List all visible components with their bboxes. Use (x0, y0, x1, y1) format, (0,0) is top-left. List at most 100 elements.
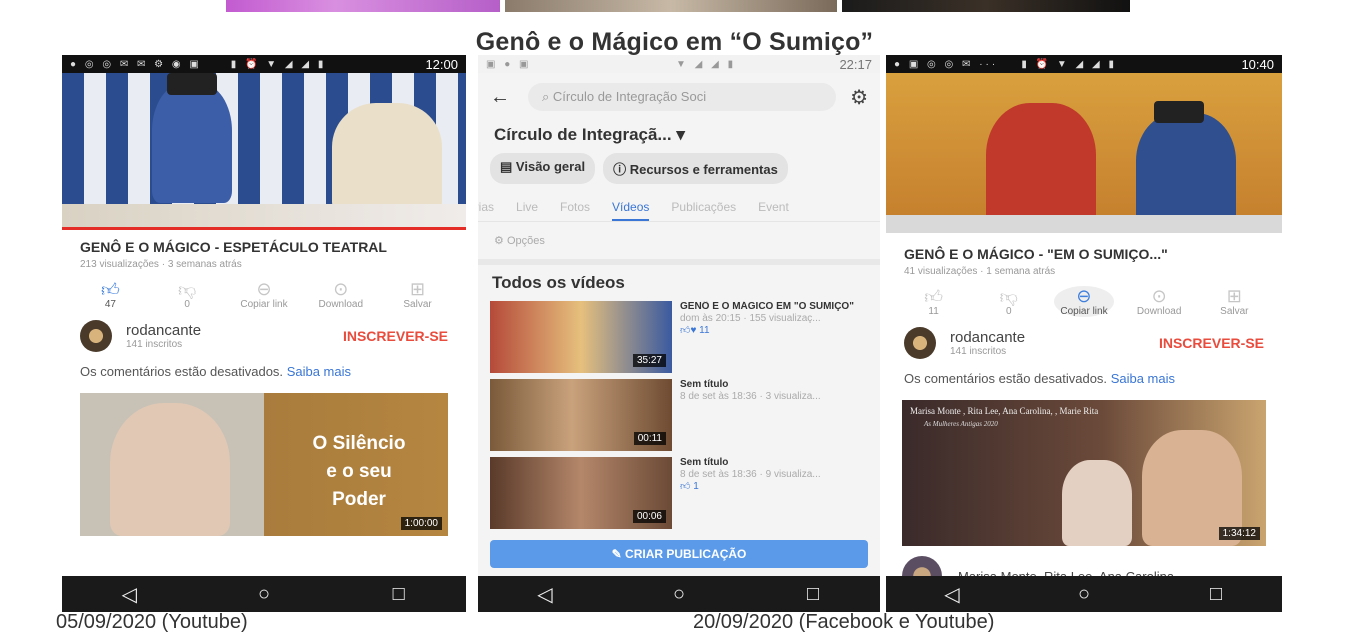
back-arrow-icon[interactable]: ← (490, 86, 528, 109)
channel-row: rodancante 141 inscritos INSCREVER-SE (62, 310, 466, 352)
recommended-thumb-title: Marisa Monte , Rita Lee, Ana Carolina, ,… (910, 406, 1099, 416)
settings-icon: ⚙ (494, 235, 504, 247)
tab-photos[interactable]: Fotos (560, 200, 590, 221)
channel-name[interactable]: rodancante (950, 329, 1159, 346)
recommended-face (1062, 460, 1132, 546)
subscribe-button[interactable]: INSCREVER-SE (343, 328, 448, 344)
table-props (886, 215, 1282, 233)
progress-bar[interactable] (62, 227, 466, 230)
home-circle-icon[interactable]: ○ (1064, 583, 1104, 606)
video-list-item[interactable]: 00:06 Sem título 8 de set às 18:36 · 9 v… (478, 453, 880, 531)
tab-live[interactable]: Live (516, 200, 538, 221)
recommended-video[interactable]: O Silêncio e o seu Poder 1:00:00 (80, 393, 448, 536)
android-nav-bar: ◁ ○ □ (62, 576, 466, 612)
download-button[interactable]: ⊙ Download (1129, 286, 1189, 317)
overview-square-icon[interactable]: □ (379, 583, 419, 606)
status-time: 22:17 (839, 56, 872, 72)
recommended-title-line1: O Silêncio (312, 433, 406, 454)
video-title: GENÔ E O MÁGICO EM "O SUMIÇO" (680, 301, 854, 312)
tools-chip[interactable]: ⓘ Recursos e ferramentas (603, 153, 788, 184)
duration-badge: 00:11 (633, 432, 666, 445)
edit-icon: ✎ (611, 547, 622, 561)
home-circle-icon[interactable]: ○ (244, 583, 284, 606)
thumbs-up-icon: 👍︎ (100, 280, 120, 300)
channel-subscribers: 141 inscritos (950, 346, 1007, 357)
overview-icon: ▤ (500, 159, 513, 174)
video-title: GENÔ E O MÁGICO - ESPETÁCULO TEATRAL (80, 239, 387, 255)
back-triangle-icon[interactable]: ◁ (525, 582, 565, 607)
caption-left: 05/09/2020 (Youtube) (56, 611, 248, 633)
back-triangle-icon[interactable]: ◁ (109, 582, 149, 607)
comments-disabled-notice: Os comentários estão desativados. Saiba … (80, 364, 351, 379)
document-page: Genô e o Mágico em “O Sumiço” ● ◎ ◎ ✉ ✉ … (0, 0, 1349, 633)
video-list-item[interactable]: 35:27 GENÔ E O MÁGICO EM "O SUMIÇO" dom … (478, 297, 880, 375)
reactions-count: 👍︎ 1 (680, 481, 699, 492)
gear-icon[interactable]: ⚙ (836, 85, 868, 110)
video-meta: 213 visualizações · 3 semanas atrás (80, 259, 242, 270)
save-button[interactable]: ⊞ Salvar (1204, 286, 1264, 317)
overview-chip[interactable]: ▤ Visão geral (490, 153, 596, 184)
tab-events[interactable]: Event (758, 200, 789, 221)
video-player[interactable] (62, 73, 466, 230)
learn-more-link[interactable]: Saiba mais (1111, 371, 1175, 386)
section-title: Todos os vídeos (492, 273, 625, 292)
search-field[interactable]: ⌕ Círculo de Integração Soci (528, 83, 836, 111)
android-nav-bar: ◁ ○ □ (886, 576, 1282, 612)
status-bar: ● ▣ ◎ ◎ ✉ ··· ▮ ⏰ ▼ ◢ ◢ ▮ 10:40 (886, 55, 1282, 73)
tab-posts[interactable]: Publicações (671, 200, 736, 221)
notification-icons: ● ▣ ◎ ◎ ✉ ··· ▮ ⏰ ▼ ◢ ◢ ▮ (894, 58, 1117, 70)
comments-disabled-notice: Os comentários estão desativados. Saiba … (904, 371, 1175, 386)
performer-figure (986, 103, 1096, 233)
overview-square-icon[interactable]: □ (793, 583, 833, 606)
top-hat (1154, 101, 1204, 123)
channel-avatar[interactable] (904, 327, 936, 359)
dislike-button[interactable]: 👎︎ 0 (979, 286, 1039, 317)
recommended-title-line3: Poder (332, 489, 386, 510)
download-button[interactable]: ⊙ Download (311, 279, 371, 310)
duration-badge: 00:06 (632, 510, 666, 523)
info-icon: ⓘ (613, 162, 627, 177)
channel-avatar[interactable] (80, 320, 112, 352)
copy-link-button[interactable]: ⊖ Copiar link (234, 279, 294, 310)
subscribe-button[interactable]: INSCREVER-SE (1159, 335, 1264, 351)
tab-videos[interactable]: Vídeos (612, 200, 650, 221)
copy-link-button[interactable]: ⊖ Copiar link (1053, 286, 1114, 317)
learn-more-link[interactable]: Saiba mais (287, 364, 351, 379)
page-chips: ▤ Visão geral ⓘ Recursos e ferramentas (478, 145, 880, 184)
top-hat (167, 73, 217, 95)
create-post-button[interactable]: ✎ CRIAR PUBLICAÇÃO (490, 540, 868, 568)
dropdown-caret-icon[interactable]: ▾ (676, 125, 685, 144)
performer-figure (332, 103, 442, 213)
status-bar: ● ◎ ◎ ✉ ✉ ⚙ ◉ ▣ ▮ ⏰ ▼ ◢ ◢ ▮ 12:00 (62, 55, 466, 73)
dislike-button[interactable]: 👎︎ 0 (157, 279, 217, 310)
cropped-thumbnail-3 (842, 0, 1130, 12)
video-thumbnail[interactable]: 35:27 (490, 301, 672, 373)
like-button[interactable]: 👍︎ 11 (904, 286, 964, 317)
recommended-video[interactable]: Marisa Monte , Rita Lee, Ana Carolina, ,… (902, 400, 1266, 546)
thumbs-up-icon: 👍︎ (924, 287, 943, 307)
home-circle-icon[interactable]: ○ (659, 583, 699, 606)
overview-square-icon[interactable]: □ (1196, 583, 1236, 606)
reaction-icons: 👍︎♥ (680, 325, 697, 336)
channel-name[interactable]: rodancante (126, 322, 343, 339)
video-thumbnail[interactable]: 00:06 (490, 457, 672, 529)
status-time: 12:00 (425, 56, 458, 72)
video-player[interactable] (886, 73, 1282, 233)
search-icon: ⌕ (542, 89, 550, 104)
save-button[interactable]: ⊞ Salvar (388, 279, 448, 310)
facebook-top-bar: ← ⌕ Círculo de Integração Soci ⚙ (478, 73, 880, 121)
download-icon: ⊙ (333, 279, 349, 299)
recommended-thumb-subtitle: As Mulheres Antigas 2020 (924, 420, 998, 428)
tab-stories[interactable]: irias (478, 200, 494, 221)
download-icon: ⊙ (1151, 286, 1167, 306)
link-icon: ⊖ (1076, 286, 1092, 306)
back-triangle-icon[interactable]: ◁ (932, 582, 972, 607)
like-button[interactable]: 👍︎ 47 (80, 279, 140, 310)
video-list-item[interactable]: 00:11 Sem título 8 de set às 18:36 · 3 v… (478, 375, 880, 453)
video-thumbnail[interactable]: 00:11 (490, 379, 672, 451)
link-icon: ⊖ (256, 279, 272, 299)
video-title: Sem título (680, 379, 729, 390)
thumbs-down-icon: 👎︎ (178, 280, 197, 300)
options-button[interactable]: ⚙ Opções (478, 222, 880, 265)
page-name[interactable]: Círculo de Integraçã... ▾ (478, 121, 880, 145)
